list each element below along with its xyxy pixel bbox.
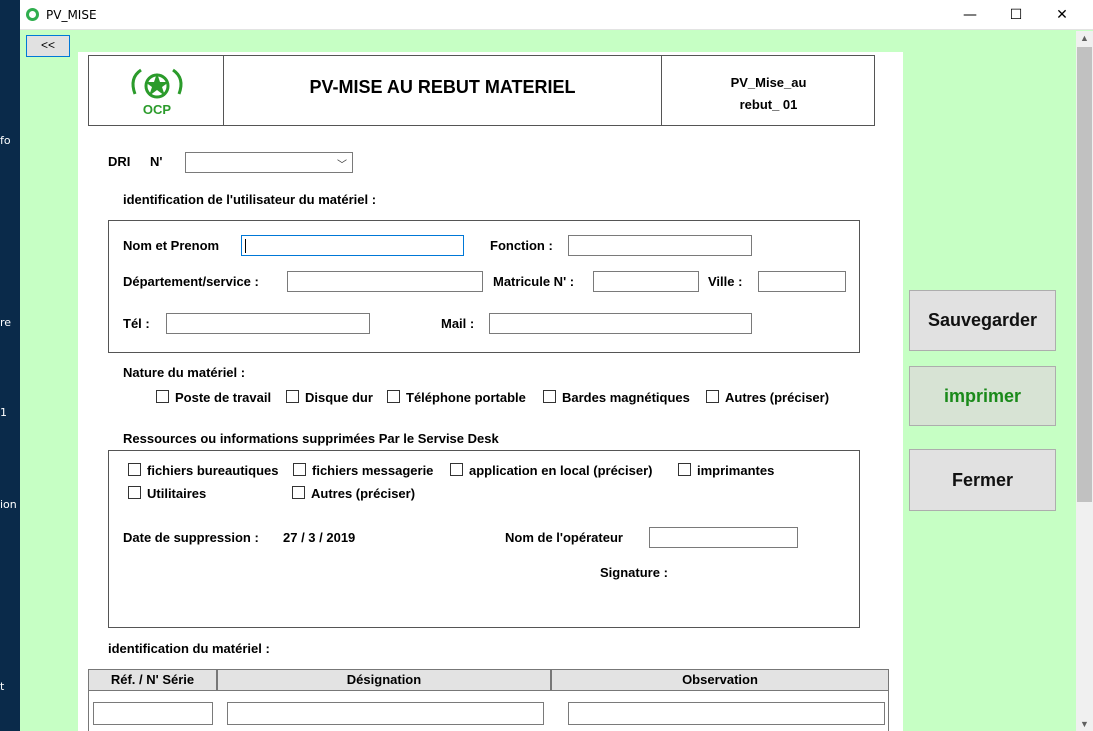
checkbox-disque-dur[interactable] <box>286 390 299 403</box>
departement-label: Département/service : <box>123 274 259 289</box>
print-button[interactable]: imprimer <box>909 366 1056 426</box>
desktop-text: 1 <box>0 406 7 419</box>
checkbox-label: Utilitaires <box>147 486 207 501</box>
user-section-title: identification de l'utilisateur du matér… <box>123 192 377 207</box>
checkbox-label: Poste de travail <box>175 390 272 405</box>
vertical-scrollbar[interactable]: ▲ ▼ <box>1076 31 1093 731</box>
text-caret <box>245 239 246 253</box>
desktop-text: ion <box>0 498 17 511</box>
checkbox-label: Bardes magnétiques <box>562 390 690 405</box>
nom-label: Nom et Prenom <box>123 238 220 253</box>
back-button[interactable]: << <box>26 35 70 57</box>
scroll-down-icon[interactable]: ▼ <box>1076 719 1093 729</box>
scroll-thumb[interactable] <box>1077 47 1092 502</box>
fonction-input[interactable] <box>568 235 752 256</box>
nom-input[interactable] <box>241 235 464 256</box>
form-reference: PV_Mise_au rebut_ 01 <box>662 72 875 116</box>
designation-input[interactable] <box>227 702 544 725</box>
mail-label: Mail : <box>441 316 475 331</box>
ocp-logo-icon: OCP <box>89 56 224 125</box>
date-value[interactable]: 27 / 3 / 2019 <box>283 530 355 545</box>
matricule-label: Matricule N' : <box>493 274 575 289</box>
window-titlebar: PV_MISE — ☐ ✕ <box>20 0 1093 30</box>
ville-input[interactable] <box>758 271 846 292</box>
resources-section-title: Ressources ou informations supprimées Pa… <box>123 431 499 446</box>
nature-section-title: Nature du matériel : <box>123 365 246 380</box>
checkbox-label: imprimantes <box>697 463 775 478</box>
checkbox-label: Disque dur <box>305 390 373 405</box>
checkbox-label: application en local (préciser) <box>469 463 653 478</box>
scroll-up-icon[interactable]: ▲ <box>1076 33 1093 43</box>
ville-label: Ville : <box>708 274 743 289</box>
checkbox-label: fichiers messagerie <box>312 463 434 478</box>
chevron-down-icon[interactable]: ﹀ <box>337 156 347 171</box>
matricule-input[interactable] <box>593 271 699 292</box>
tel-input[interactable] <box>166 313 370 334</box>
tel-label: Tél : <box>123 316 150 331</box>
operator-input[interactable] <box>649 527 798 548</box>
dri-label: DRI <box>108 154 131 169</box>
logo-text: OCP <box>143 102 172 117</box>
checkbox-bardes[interactable] <box>543 390 556 403</box>
checkbox-autres[interactable] <box>706 390 719 403</box>
window-title: PV_MISE <box>46 8 97 22</box>
dri-number-label: N' <box>150 154 163 169</box>
date-label: Date de suppression : <box>123 530 259 545</box>
minimize-button[interactable]: — <box>947 0 993 30</box>
ref-input[interactable] <box>93 702 213 725</box>
desktop-background: fo re 1 ion t <box>0 0 20 731</box>
checkbox-fichiers-messagerie[interactable] <box>293 463 306 476</box>
checkbox-fichiers-bureautiques[interactable] <box>128 463 141 476</box>
form-title: PV-MISE AU REBUT MATERIEL <box>224 56 662 125</box>
form-reference-line2: rebut_ 01 <box>739 97 798 112</box>
fonction-label: Fonction : <box>490 238 553 253</box>
window-client: << ▲ ▼ OCP PV-MISE AU REBUT MATERIEL PV_… <box>20 31 1093 731</box>
ocp-logo-graphic: OCP <box>131 68 183 117</box>
checkbox-label: fichiers bureautiques <box>147 463 279 478</box>
close-button[interactable]: Fermer <box>909 449 1056 511</box>
checkbox-application-local[interactable] <box>450 463 463 476</box>
checkbox-autres-ressources[interactable] <box>292 486 305 499</box>
observation-input[interactable] <box>568 702 885 725</box>
operator-label: Nom de l'opérateur <box>505 530 623 545</box>
checkbox-telephone[interactable] <box>387 390 400 403</box>
desktop-text: t <box>0 680 5 693</box>
departement-input[interactable] <box>287 271 483 292</box>
save-button[interactable]: Sauvegarder <box>909 290 1056 351</box>
form-panel: OCP PV-MISE AU REBUT MATERIEL PV_Mise_au… <box>78 52 903 731</box>
material-section-title: identification du matériel : <box>108 641 270 656</box>
column-header-designation: Désignation <box>217 669 551 691</box>
checkbox-label: Téléphone portable <box>406 390 526 405</box>
checkbox-poste-travail[interactable] <box>156 390 169 403</box>
mail-input[interactable] <box>489 313 752 334</box>
signature-label: Signature : <box>600 565 668 580</box>
maximize-button[interactable]: ☐ <box>993 0 1039 30</box>
form-reference-line1: PV_Mise_au <box>730 75 807 90</box>
column-header-observation: Observation <box>551 669 889 691</box>
form-header: OCP PV-MISE AU REBUT MATERIEL PV_Mise_au… <box>88 55 875 126</box>
desktop-text: re <box>0 316 12 329</box>
close-window-button[interactable]: ✕ <box>1039 0 1085 30</box>
dri-select[interactable]: ﹀ <box>185 152 353 173</box>
checkbox-utilitaires[interactable] <box>128 486 141 499</box>
checkbox-label: Autres (préciser) <box>725 390 830 405</box>
checkbox-imprimantes[interactable] <box>678 463 691 476</box>
column-header-ref: Réf. / N' Série <box>88 669 217 691</box>
app-icon <box>26 8 39 21</box>
desktop-text: fo <box>0 134 11 147</box>
checkbox-label: Autres (préciser) <box>311 486 416 501</box>
